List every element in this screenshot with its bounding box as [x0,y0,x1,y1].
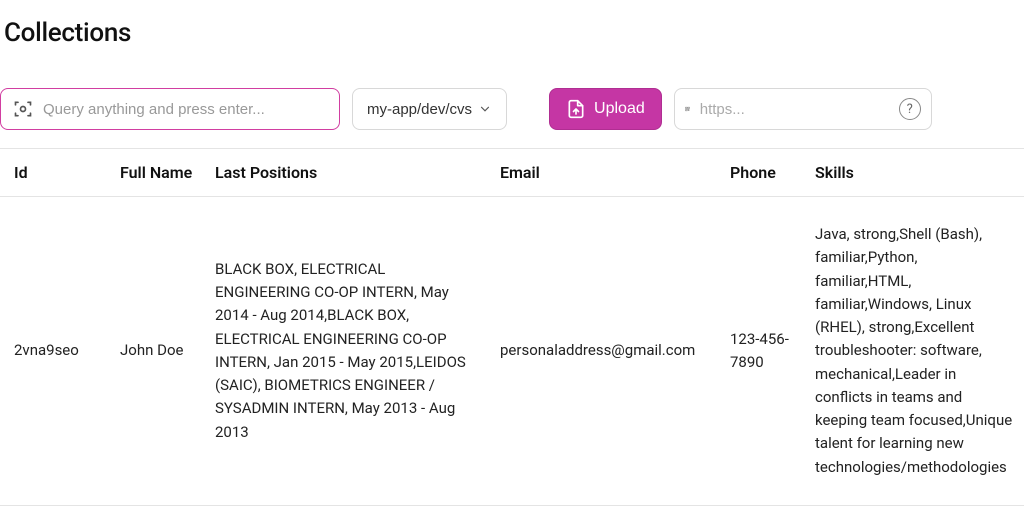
collection-select-value: my-app/dev/cvs [367,101,472,118]
col-header-last-positions[interactable]: Last Positions [205,149,490,197]
search-input[interactable] [33,101,327,118]
cell-id: 2vna9seo [0,197,110,506]
cell-last-positions: BLACK BOX, ELECTRICAL ENGINEERING CO-OP … [205,197,490,506]
toolbar: my-app/dev/cvs Upload ? [0,48,1024,148]
col-header-id[interactable]: Id [0,149,110,197]
scan-icon [13,99,33,119]
help-icon[interactable]: ? [899,98,921,120]
search-field[interactable] [0,88,340,130]
share-url-input[interactable] [690,101,899,118]
cell-full-name: John Doe [110,197,205,506]
col-header-email[interactable]: Email [490,149,720,197]
upload-label: Upload [594,100,645,118]
col-header-skills[interactable]: Skills [805,149,1024,197]
collection-select[interactable]: my-app/dev/cvs [352,88,507,130]
cell-phone: 123-456-7890 [720,197,805,506]
upload-icon [566,99,586,119]
cell-skills: Java, strong,Shell (Bash), familiar,Pyth… [805,197,1024,506]
page-title: Collections [0,0,1024,48]
table-row[interactable]: 2vna9seo John Doe BLACK BOX, ELECTRICAL … [0,197,1024,506]
upload-button[interactable]: Upload [549,88,662,130]
data-table: Id Full Name Last Positions Email Phone … [0,148,1024,506]
col-header-phone[interactable]: Phone [720,149,805,197]
share-field[interactable]: ? [674,88,932,130]
col-header-full-name[interactable]: Full Name [110,149,205,197]
table-header-row: Id Full Name Last Positions Email Phone … [0,149,1024,197]
cell-email: personaladdress@gmail.com [490,197,720,506]
chevron-down-icon [478,102,492,116]
